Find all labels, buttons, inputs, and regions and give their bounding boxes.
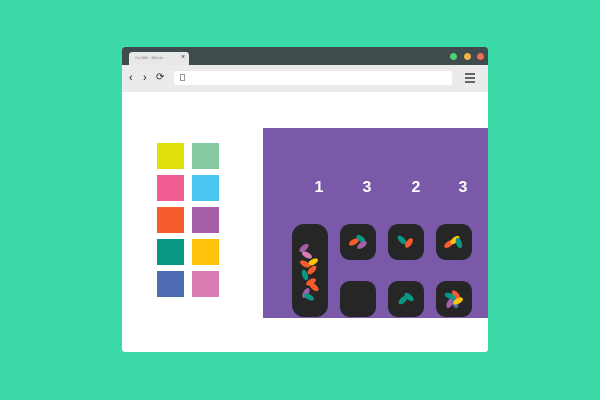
leaves-icon xyxy=(444,290,463,309)
browser-window: Cu Bilir - Bilo ils × ‹ › ⟳ 1 3 2 3 2 1 … xyxy=(122,47,488,352)
address-bar[interactable] xyxy=(174,71,452,85)
slot-top-1[interactable] xyxy=(340,224,376,260)
browser-toolbar: ‹ › ⟳ xyxy=(122,65,488,92)
leaves-icon xyxy=(349,234,367,249)
tab-bar: Cu Bilir - Bilo ils × xyxy=(122,47,488,65)
tab-close-icon[interactable]: × xyxy=(181,54,185,62)
color-swatch[interactable] xyxy=(157,175,184,201)
back-icon[interactable]: ‹ xyxy=(129,72,133,84)
close-window-control[interactable] xyxy=(477,53,484,60)
game-board: 1 3 2 3 2 1 4 xyxy=(263,128,488,318)
slot-top-3[interactable] xyxy=(436,224,472,260)
column-count-1: 1 xyxy=(314,179,324,196)
color-swatch[interactable] xyxy=(157,239,184,265)
menu-icon[interactable] xyxy=(465,73,475,85)
minimize-window-control[interactable] xyxy=(464,53,471,60)
color-swatch[interactable] xyxy=(157,207,184,233)
color-swatch[interactable] xyxy=(192,143,219,169)
color-swatch[interactable] xyxy=(192,175,219,201)
forward-icon[interactable]: › xyxy=(143,72,147,84)
slot-bottom-3[interactable] xyxy=(436,281,472,317)
column-count-2: 3 xyxy=(362,179,372,196)
leaves-icon xyxy=(444,235,463,249)
leaves-icon xyxy=(299,243,319,301)
reload-icon[interactable]: ⟳ xyxy=(156,72,164,84)
color-swatch[interactable] xyxy=(192,239,219,265)
column-count-3: 2 xyxy=(411,179,421,196)
column-count-4: 3 xyxy=(458,179,468,196)
leaves-icon xyxy=(398,292,414,305)
maximize-window-control[interactable] xyxy=(450,53,457,60)
color-swatch[interactable] xyxy=(157,271,184,297)
tab-title: Cu Bilir - Bilo ils xyxy=(135,55,164,60)
slot-bottom-1[interactable] xyxy=(340,281,376,317)
slot-top-2[interactable] xyxy=(388,224,424,260)
page-icon xyxy=(180,74,185,81)
color-swatch[interactable] xyxy=(192,207,219,233)
color-swatch[interactable] xyxy=(192,271,219,297)
slot-bottom-2[interactable] xyxy=(388,281,424,317)
browser-tab[interactable]: Cu Bilir - Bilo ils × xyxy=(129,52,189,65)
tall-slot[interactable] xyxy=(292,224,328,317)
leaves-icon xyxy=(397,235,413,248)
color-swatch[interactable] xyxy=(157,143,184,169)
